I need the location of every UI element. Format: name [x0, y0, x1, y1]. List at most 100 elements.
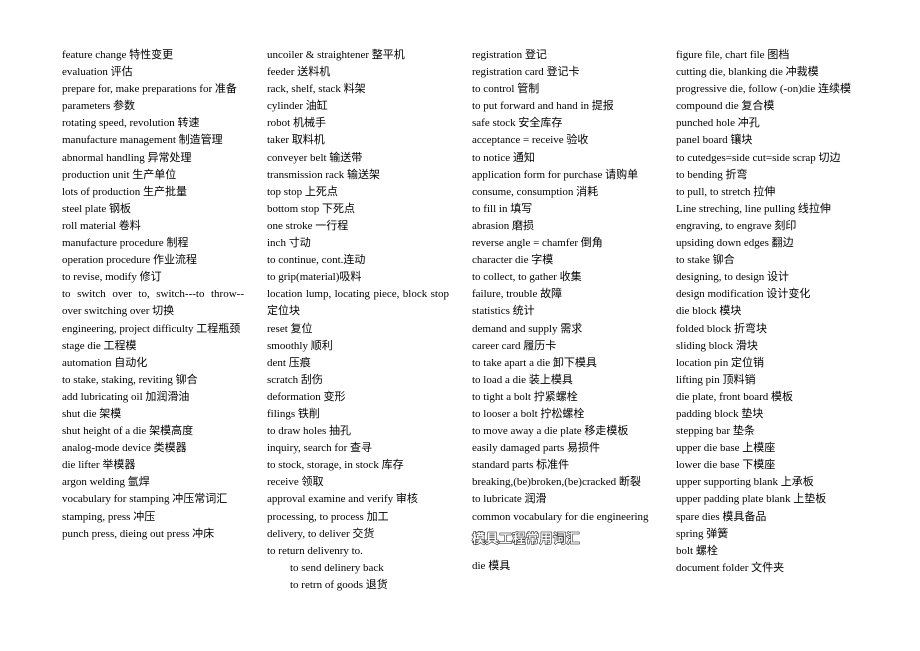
- vocabulary-entry: conveyer belt 输送带: [267, 151, 363, 164]
- vocabulary-entry: robot 机械手: [267, 117, 326, 130]
- column-3: registration 登记 registration card 登记卡 to c…: [472, 47, 654, 575]
- vocabulary-entry: panel board 镶块: [676, 134, 753, 147]
- vocabulary-entry: to fill in 填写: [472, 202, 533, 215]
- vocabulary-entry: manufacture management 制造管理: [62, 134, 223, 147]
- vocabulary-entry: processing, to process 加工: [267, 510, 389, 523]
- vocabulary-entry: figure file, chart file 图档: [676, 49, 790, 61]
- vocabulary-entry: lower die base 下模座: [676, 459, 776, 472]
- vocabulary-entry: top stop 上死点: [267, 185, 338, 198]
- vocabulary-entry: to revise, modify 修订: [62, 271, 162, 284]
- vocabulary-entry: reset 复位: [267, 322, 313, 335]
- vocabulary-entry: stamping, press 冲压: [62, 510, 156, 523]
- vocabulary-entry: uncoiler & straightener 整平机: [267, 49, 405, 61]
- vocabulary-entry: taker 取料机: [267, 134, 325, 147]
- vocabulary-entry: evaluation 评估: [62, 66, 133, 79]
- vocabulary-entry: to stock, storage, in stock 库存: [267, 459, 404, 472]
- vocabulary-entry: career card 履历卡: [472, 339, 557, 352]
- vocabulary-entry: die 模具: [472, 559, 511, 572]
- vocabulary-entry: to draw holes 抽孔: [267, 425, 352, 438]
- vocabulary-entry: designing, to design 设计: [676, 271, 790, 284]
- vocabulary-entry: delivery, to deliver 交货: [267, 527, 375, 540]
- vocabulary-entry: abnormal handling 异常处理: [62, 151, 192, 164]
- vocabulary-entry: stage die 工程模: [62, 339, 137, 352]
- vocabulary-entry: consume, consumption 消耗: [472, 185, 599, 198]
- vocabulary-entry: die plate, front board 模板: [676, 390, 793, 403]
- vocabulary-entry: upper supporting blank 上承板: [676, 476, 814, 489]
- vocabulary-entry: to put forward and hand in 提报: [472, 100, 614, 113]
- vocabulary-subentry: to retrn of goods 退货: [290, 578, 388, 591]
- vocabulary-entry: registration card 登记卡: [472, 66, 580, 79]
- vocabulary-entry: to load a die 装上模具: [472, 373, 573, 386]
- vocabulary-entry: shut height of a die 架模高度: [62, 425, 194, 438]
- vocabulary-entry: receive 领取: [267, 476, 324, 489]
- vocabulary-entry: to return delivenry to.: [267, 544, 363, 557]
- vocabulary-entry: padding block 垫块: [676, 407, 764, 420]
- section-heading: 模具工程常用词汇: [472, 531, 581, 547]
- vocabulary-entry: feature change 特性变更: [62, 49, 174, 61]
- vocabulary-entry: bolt 螺栓: [676, 544, 718, 557]
- vocabulary-entry: upper die base 上模座: [676, 442, 776, 455]
- vocabulary-entry: to stake, staking, reviting 铆合: [62, 373, 198, 386]
- vocabulary-entry: manufacture procedure 制程: [62, 237, 189, 250]
- vocabulary-entry: to switch over to, switch---to throw--ov…: [62, 288, 244, 318]
- vocabulary-entry: to notice 通知: [472, 151, 535, 164]
- vocabulary-entry: smoothly 顺利: [267, 339, 333, 352]
- vocabulary-entry: punch press, dieing out press 冲床: [62, 527, 215, 540]
- vocabulary-entry: argon welding 氩焊: [62, 476, 150, 489]
- vocabulary-entry: rotating speed, revolution 转速: [62, 117, 200, 130]
- vocabulary-entry: to pull, to stretch 拉伸: [676, 185, 776, 198]
- vocabulary-entry: breaking,(be)broken,(be)cracked 断裂: [472, 476, 641, 489]
- vocabulary-entry: add lubricating oil 加润滑油: [62, 390, 190, 403]
- vocabulary-entry: to tight a bolt 拧紧螺栓: [472, 390, 578, 403]
- vocabulary-entry: to bending 折弯: [676, 168, 748, 181]
- vocabulary-entry: transmission rack 输送架: [267, 168, 381, 181]
- vocabulary-entry: upper padding plate blank 上垫板: [676, 493, 827, 506]
- vocabulary-entry: inquiry, search for 查寻: [267, 442, 372, 455]
- vocabulary-entry: steel plate 钢板: [62, 202, 132, 215]
- vocabulary-entry: scratch 刮伤: [267, 373, 323, 386]
- vocabulary-subentry: to send delinery back: [290, 561, 384, 574]
- vocabulary-entry: production unit 生产单位: [62, 168, 177, 181]
- vocabulary-entry: spare dies 模具备品: [676, 510, 767, 523]
- vocabulary-entry: document folder 文件夹: [676, 561, 785, 574]
- vocabulary-entry: to grip(material)吸料: [267, 271, 362, 284]
- vocabulary-entry: demand and supply 需求: [472, 322, 583, 335]
- vocabulary-entry: one stroke 一行程: [267, 219, 349, 232]
- column-2: uncoiler & straightener 整平机 feeder 送料机 rac…: [267, 47, 449, 594]
- vocabulary-entry: punched hole 冲孔: [676, 117, 760, 130]
- vocabulary-entry: stepping bar 垫条: [676, 425, 755, 438]
- vocabulary-entry: engraving, to engrave 刻印: [676, 219, 797, 232]
- vocabulary-entry: to collect, to gather 收集: [472, 271, 582, 284]
- vocabulary-entry: abrasion 磨损: [472, 219, 535, 232]
- vocabulary-entry: progressive die, follow (-on)die 连续模: [676, 83, 852, 96]
- vocabulary-entry: Line streching, line pulling 线拉伸: [676, 202, 831, 215]
- vocabulary-entry: easily damaged parts 易损件: [472, 442, 600, 455]
- vocabulary-entry: approval examine and verify 审核: [267, 493, 418, 506]
- vocabulary-entry: lots of production 生产批量: [62, 185, 187, 198]
- vocabulary-entry: location pin 定位销: [676, 356, 764, 369]
- vocabulary-entry: shut die 架模: [62, 407, 122, 420]
- vocabulary-entry: lifting pin 顶料销: [676, 373, 756, 386]
- vocabulary-entry: reverse angle = chamfer 倒角: [472, 237, 603, 250]
- vocabulary-entry: automation 自动化: [62, 356, 148, 369]
- vocabulary-entry: bottom stop 下死点: [267, 202, 356, 215]
- vocabulary-entry: parameters 参数: [62, 100, 135, 113]
- vocabulary-entry: deformation 变形: [267, 390, 346, 403]
- vocabulary-entry: to lubricate 润滑: [472, 493, 547, 506]
- vocabulary-entry: acceptance = receive 验收: [472, 134, 589, 147]
- vocabulary-entry: to looser a bolt 拧松螺栓: [472, 407, 585, 420]
- vocabulary-entry: analog-mode device 类模器: [62, 442, 187, 455]
- vocabulary-entry: location lump, locating piece, block sto…: [267, 288, 449, 318]
- vocabulary-entry: operation procedure 作业流程: [62, 254, 198, 267]
- vocabulary-entry: engineering, project difficulty 工程瓶颈: [62, 322, 241, 335]
- vocabulary-entry: to control 管制: [472, 83, 540, 96]
- vocabulary-entry: sliding block 滑块: [676, 339, 758, 352]
- vocabulary-entry: to continue, cont.连动: [267, 254, 366, 267]
- vocabulary-entry: application form for purchase 请购单: [472, 168, 639, 181]
- vocabulary-entry: to cutedges=side cut=side scrap 切边: [676, 151, 841, 164]
- vocabulary-entry: to take apart a die 卸下模具: [472, 356, 597, 369]
- vocabulary-entry: cylinder 油缸: [267, 100, 328, 113]
- vocabulary-entry: standard parts 标准件: [472, 459, 570, 472]
- vocabulary-entry: common vocabulary for die engineering: [472, 510, 649, 523]
- vocabulary-entry: folded block 折弯块: [676, 322, 768, 335]
